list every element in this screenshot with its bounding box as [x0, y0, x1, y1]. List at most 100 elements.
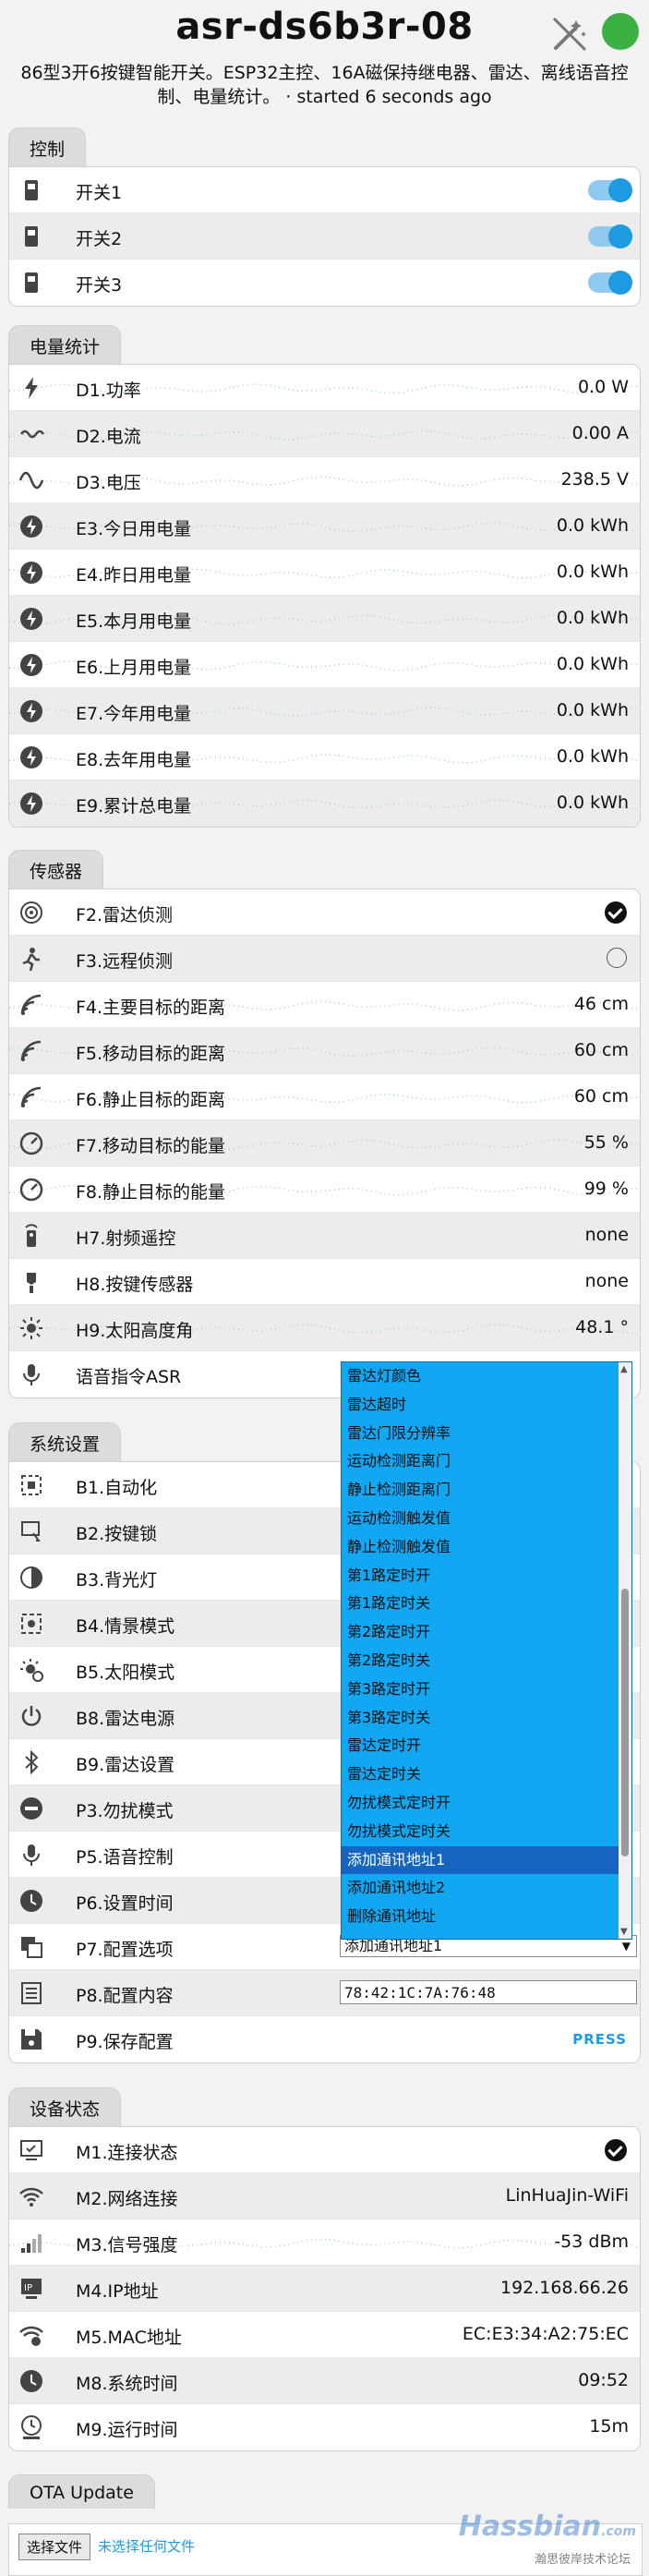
dropdown-option[interactable]: 雷达门限分辨率 — [342, 1420, 631, 1448]
dropdown-option[interactable]: 第1路定时关 — [342, 1590, 631, 1618]
dropdown-option[interactable]: 第1路定时开 — [342, 1562, 631, 1590]
key-lock-icon — [18, 1518, 44, 1544]
status-row-value: -53 dBm — [554, 2231, 629, 2252]
monitor-check-icon — [18, 2137, 44, 2163]
switch-3-toggle[interactable] — [588, 271, 632, 295]
sensors-row: F3.远程侦测 — [9, 936, 640, 982]
status-row: M5.MAC地址 EC:E3:34:A2:75:EC — [9, 2312, 640, 2358]
config-options-dropdown[interactable]: 雷达灯颜色 雷达超时 雷达门限分辨率 运动检测距离门 静止检测距离门 运动检测触发值 静止检… — [341, 1361, 632, 1940]
power-row-label: E9.累计总电量 — [76, 796, 192, 816]
dropdown-option[interactable]: 删除通讯地址 — [342, 1903, 631, 1931]
config-content-input[interactable]: 78:42:1C:7A:76:48 — [340, 1980, 637, 2004]
dropdown-option[interactable]: 第2路定时开 — [342, 1618, 631, 1647]
dropdown-option[interactable]: 雷达定时开 — [342, 1732, 631, 1760]
switch-row-2: 开关2 — [9, 213, 640, 260]
svg-text:IP: IP — [24, 2283, 32, 2293]
current-wave-icon — [18, 421, 44, 447]
energy-icon — [18, 560, 44, 586]
sensors-row: F5.移动目标的距离 60 cm — [9, 1028, 640, 1074]
power-row-label: D3.电压 — [76, 473, 141, 493]
sensors-row-label: H7.射频遥控 — [76, 1228, 176, 1249]
sensor-tab[interactable]: 传感器 — [8, 850, 104, 889]
scroll-up-icon[interactable]: ▲ — [620, 1364, 628, 1374]
power-row-value: 0.0 kWh — [556, 746, 629, 767]
power-row-value: 0.0 kWh — [556, 654, 629, 674]
dropdown-option[interactable]: 第2路定时关 — [342, 1647, 631, 1675]
dropdown-option[interactable]: 添加通讯地址2 — [342, 1874, 631, 1903]
switch-icon — [18, 270, 44, 296]
sensors-row-label: H9.太阳高度角 — [76, 1321, 194, 1341]
dropdown-option[interactable]: 雷达灯颜色 — [342, 1362, 631, 1391]
sensors-row-label: F4.主要目标的距离 — [76, 998, 226, 1018]
switch-icon — [18, 177, 44, 203]
motion-icon — [18, 946, 44, 972]
power-row-value: 0.0 kWh — [556, 515, 629, 536]
choose-file-button[interactable]: 选择文件 — [18, 2534, 91, 2560]
energy-icon — [18, 652, 44, 678]
power-row-value: 238.5 V — [560, 469, 629, 490]
system-row: P8.配置内容 78:42:1C:7A:76:48 — [9, 1970, 640, 2016]
system-row: P9.保存配置 PRESS — [9, 2016, 640, 2062]
sensors-row-label: F6.静止目标的距离 — [76, 1090, 226, 1110]
power-row-label: E4.昨日用电量 — [76, 565, 192, 586]
sine-wave-icon — [18, 467, 44, 493]
power-row: E5.本月用电量 0.0 kWh — [9, 596, 640, 642]
switch-2-toggle[interactable] — [588, 224, 632, 248]
remote-detect-unchecked-icon — [607, 948, 627, 968]
power-row-value: 0.0 W — [577, 377, 629, 397]
power-tab[interactable]: 电量统计 — [8, 325, 122, 364]
dropdown-option[interactable]: 第3路定时关 — [342, 1704, 631, 1733]
watermark-caption: 瀚思彼岸技术论坛 — [534, 2553, 631, 2567]
status-tab[interactable]: 设备状态 — [8, 2087, 122, 2126]
dropdown-option[interactable]: 勿扰模式定时开 — [342, 1789, 631, 1818]
status-row-value: LinHuaJin-WiFi — [505, 2185, 629, 2206]
sensors-row: F4.主要目标的距离 46 cm — [9, 982, 640, 1028]
save-config-press-button[interactable]: PRESS — [572, 2031, 627, 2048]
sun-mode-icon — [18, 1657, 44, 1683]
dropdown-option[interactable]: 运动检测距离门 — [342, 1447, 631, 1476]
signal-bars-icon — [18, 2230, 44, 2256]
gauge-icon — [18, 1131, 44, 1156]
system-row-label: B2.按键锁 — [76, 1524, 158, 1544]
status-row-value: 09:52 — [578, 2370, 629, 2390]
dropdown-option[interactable]: 雷达定时关 — [342, 1760, 631, 1789]
wifi-settings-icon — [18, 2322, 44, 2348]
control-tab[interactable]: 控制 — [8, 127, 87, 166]
key-icon — [18, 1269, 44, 1295]
switch-1-toggle[interactable] — [588, 178, 632, 202]
power-row: E7.今年用电量 0.0 kWh — [9, 688, 640, 734]
dropdown-option[interactable]: 静止检测距离门 — [342, 1476, 631, 1505]
dropdown-option[interactable]: 静止检测触发值 — [342, 1533, 631, 1562]
no-file-text: 未选择任何文件 — [98, 2538, 196, 2555]
copy-icon — [18, 1934, 44, 1960]
switch-row-1: 开关1 — [9, 167, 640, 213]
sensors-row-value: 48.1 ° — [575, 1317, 629, 1337]
wifi-icon — [18, 2183, 44, 2209]
ota-tab[interactable]: OTA Update — [8, 2474, 155, 2509]
power-row-value: 0.0 kWh — [556, 700, 629, 720]
sensors-row-label: 语音指令ASR — [76, 1367, 182, 1387]
scroll-down-icon[interactable]: ▼ — [620, 1927, 628, 1937]
bluetooth-icon — [18, 1749, 44, 1775]
sensors-row-label: F5.移动目标的距离 — [76, 1044, 226, 1064]
dropdown-option[interactable]: 雷达超时 — [342, 1391, 631, 1420]
ip-icon: IP — [18, 2276, 44, 2302]
power-row: E3.今日用电量 0.0 kWh — [9, 503, 640, 550]
system-row-label: B8.雷达电源 — [76, 1709, 175, 1729]
dropdown-option[interactable]: 运动检测触发值 — [342, 1505, 631, 1533]
status-row: M9.运行时间 15m — [9, 2404, 640, 2450]
dropdown-option[interactable]: 第3路定时开 — [342, 1675, 631, 1704]
status-row-label: M4.IP地址 — [76, 2281, 159, 2302]
system-tab[interactable]: 系统设置 — [8, 1422, 122, 1461]
theme-toggle-icon[interactable] — [550, 15, 589, 54]
page-header: asr-ds6b3r-08 86型3开6按键智能开关。ESP32主控、16A磁保… — [0, 0, 649, 115]
watermark-logo: Hassbian.com — [458, 2510, 636, 2543]
dropdown-scrollbar[interactable]: ▲ ▼ — [619, 1362, 631, 1939]
energy-icon — [18, 744, 44, 770]
dropdown-option[interactable]: 勿扰模式定时关 — [342, 1818, 631, 1846]
sensors-row-label: F8.静止目标的能量 — [76, 1182, 226, 1203]
dropdown-option[interactable]: 添加通讯地址1 — [342, 1845, 631, 1875]
power-row-label: D1.功率 — [76, 381, 141, 401]
radar-icon — [18, 900, 44, 925]
scrollbar-thumb[interactable] — [621, 1589, 629, 1856]
